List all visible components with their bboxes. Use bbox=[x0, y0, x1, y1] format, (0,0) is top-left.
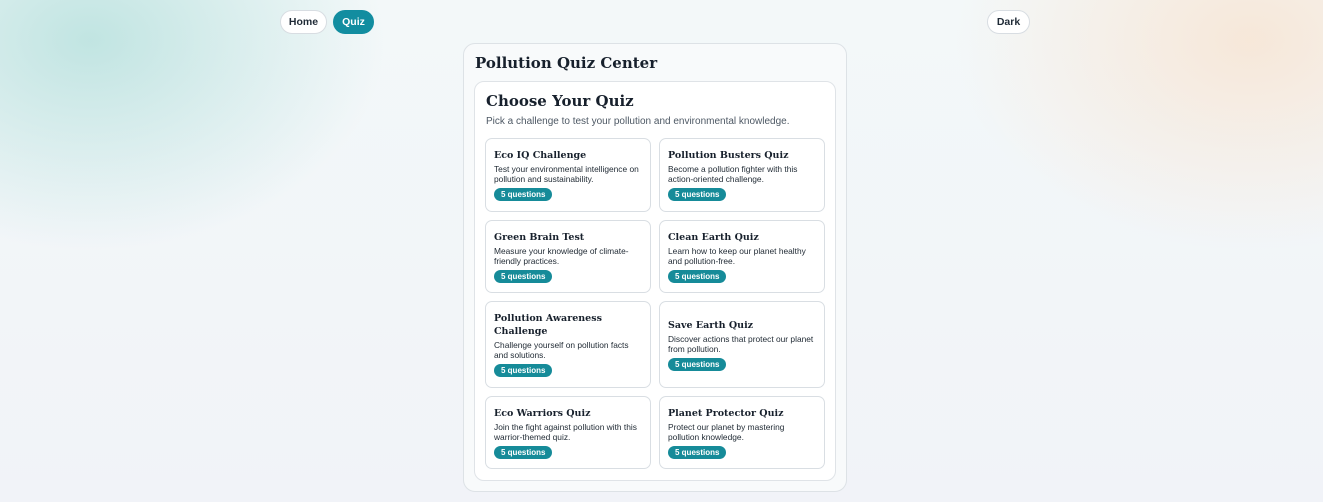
quiz-description: Become a pollution fighter with this act… bbox=[668, 164, 798, 184]
quiz-center-panel: Pollution Quiz Center Choose Your Quiz P… bbox=[463, 43, 847, 492]
quiz-card-pollution-busters-quiz[interactable]: Pollution Busters Quiz Become a pollutio… bbox=[659, 138, 825, 212]
quiz-description: Discover actions that protect our planet… bbox=[668, 333, 814, 354]
quiz-description: Protect our planet by mastering pollutio… bbox=[668, 421, 785, 442]
quiz-title: Green Brain Test bbox=[494, 231, 585, 243]
question-count-badge: 5 questions bbox=[494, 269, 553, 283]
question-count-badge: 5 questions bbox=[668, 357, 727, 371]
quiz-title: Eco Warriors Quiz bbox=[494, 407, 591, 419]
quiz-card-eco-warriors-quiz[interactable]: Eco Warriors Quiz Join the fight against… bbox=[485, 396, 651, 469]
question-count-badge: 5 questions bbox=[668, 269, 727, 283]
quiz-title: Save Earth Quiz bbox=[668, 319, 754, 331]
quiz-title: Planet Protector Quiz bbox=[668, 407, 784, 419]
quiz-card-save-earth-quiz[interactable]: Save Earth Quiz Discover actions that pr… bbox=[659, 301, 825, 388]
section-title: Choose Your Quiz bbox=[486, 92, 634, 110]
nav-home-button[interactable]: Home bbox=[280, 10, 327, 34]
quiz-title: Pollution Awareness Challenge bbox=[494, 313, 602, 337]
quiz-title: Clean Earth Quiz bbox=[668, 231, 759, 243]
page-title: Pollution Quiz Center bbox=[475, 54, 658, 72]
theme-toggle-button[interactable]: Dark bbox=[987, 10, 1030, 34]
question-count-badge: 5 questions bbox=[668, 188, 727, 201]
question-count-badge: 5 questions bbox=[494, 445, 553, 459]
question-count-badge: 5 questions bbox=[494, 364, 553, 377]
quiz-description: Challenge yourself on pollution facts an… bbox=[494, 340, 629, 360]
quiz-card-pollution-awareness-challenge[interactable]: Pollution Awareness Challenge Challenge … bbox=[485, 301, 651, 388]
quiz-description: Join the fight against pollution with th… bbox=[494, 421, 637, 442]
quiz-title: Pollution Busters Quiz bbox=[668, 150, 789, 161]
quiz-card-green-brain-test[interactable]: Green Brain Test Measure your knowledge … bbox=[485, 220, 651, 293]
quiz-description: Measure your knowledge of climate-friend… bbox=[494, 245, 629, 266]
quiz-description: Learn how to keep our planet healthy and… bbox=[668, 245, 806, 266]
question-count-badge: 5 questions bbox=[494, 188, 553, 201]
quiz-description: Test your environmental intelligence on … bbox=[494, 164, 639, 184]
quiz-selection-card: Choose Your Quiz Pick a challenge to tes… bbox=[474, 81, 836, 481]
quiz-card-clean-earth-quiz[interactable]: Clean Earth Quiz Learn how to keep our p… bbox=[659, 220, 825, 293]
quiz-card-planet-protector-quiz[interactable]: Planet Protector Quiz Protect our planet… bbox=[659, 396, 825, 469]
quiz-card-eco-iq-challenge[interactable]: Eco IQ Challenge Test your environmental… bbox=[485, 138, 651, 212]
nav-quiz-button[interactable]: Quiz bbox=[333, 10, 374, 34]
section-subtitle: Pick a challenge to test your pollution … bbox=[486, 116, 790, 127]
quiz-title: Eco IQ Challenge bbox=[494, 150, 587, 161]
question-count-badge: 5 questions bbox=[668, 445, 727, 459]
